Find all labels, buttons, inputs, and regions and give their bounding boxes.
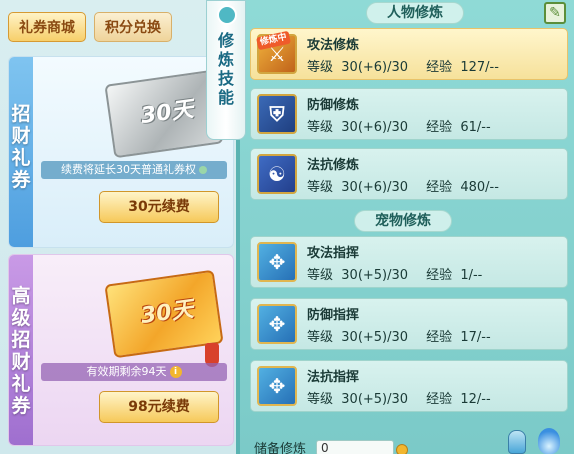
shield-icon: ⛨ [257, 94, 297, 134]
paw-defense-icon: ✥ [257, 304, 297, 344]
skill-row-pet-attack[interactable]: ✥ 攻法指挥 等级 30(+5)/30 经验 1/-- [250, 236, 568, 288]
card-side-strip: 招 财 礼 券 [9, 57, 33, 247]
skill-stats: 等级 30(+6)/30 经验 61/-- [307, 120, 491, 135]
coin-icon[interactable] [396, 444, 408, 454]
skill-exp: 480/-- [460, 180, 499, 195]
vertical-tab-label: 修 炼 技 能 [217, 31, 234, 107]
skill-name: 法抗修炼 [307, 158, 360, 173]
card-side-label: 招 财 礼 券 [11, 103, 31, 191]
section-person-cultivation: 人物修炼 [366, 2, 464, 24]
skill-exp: 17/-- [460, 330, 491, 345]
skill-name: 防御指挥 [307, 308, 360, 323]
paw-resist-icon: ✥ [257, 366, 297, 406]
skill-name: 攻法修炼 [307, 38, 360, 53]
shop-tabs: 礼券商城 积分兑换 [8, 12, 172, 42]
cultivation-panel: 人物修炼 ✎ ⚔ 修炼中 攻法修炼 等级 30(+6)/30 经验 127/-- … [236, 0, 574, 454]
tab-cultivation-skills[interactable]: 修 炼 技 能 [206, 0, 246, 140]
sword-icon: ⚔ 修炼中 [256, 30, 297, 74]
skill-row-attack-magic[interactable]: ⚔ 修炼中 攻法修炼 等级 30(+6)/30 经验 127/-- [250, 28, 568, 80]
skill-stats: 等级 30(+5)/30 经验 12/-- [307, 392, 491, 407]
skill-stats: 等级 30(+5)/30 经验 17/-- [307, 330, 491, 345]
skill-level: 30(+5)/30 [341, 392, 409, 407]
renew-98-button[interactable]: 98元续费 [99, 391, 219, 423]
skill-row-defense[interactable]: ⛨ 防御修炼 等级 30(+6)/30 经验 61/-- [250, 88, 568, 140]
skill-row-magic-resist[interactable]: ☯ 法抗修炼 等级 30(+6)/30 经验 480/-- [250, 148, 568, 200]
reserve-cultivation-label: 储备修炼 [254, 442, 307, 454]
paw-attack-icon: ✥ [257, 242, 297, 282]
skill-stats: 等级 30(+5)/30 经验 1/-- [307, 268, 483, 283]
flame-icon[interactable] [538, 428, 560, 454]
gift-shop-panel: 礼券商城 积分兑换 招 财 礼 券 30天 续费将延长30天普通礼券权 30元续… [0, 0, 236, 454]
premium-voucher-card: 高 级 招 财 礼 券 30天 有效期剩余94天 i 98元续费 [8, 254, 234, 446]
tab-gift-shop[interactable]: 礼券商城 [8, 12, 86, 42]
skill-level: 30(+6)/30 [341, 60, 409, 75]
skill-level: 30(+6)/30 [341, 180, 409, 195]
skill-exp: 61/-- [460, 120, 491, 135]
gift-voucher-card: 招 财 礼 券 30天 续费将延长30天普通礼券权 30元续费 [8, 56, 234, 248]
ticket-duration: 30天 [139, 97, 196, 130]
skill-stats: 等级 30(+6)/30 经验 127/-- [307, 60, 499, 75]
training-badge: 修炼中 [256, 30, 292, 51]
skill-level: 30(+5)/30 [341, 268, 409, 283]
card-side-label: 高 级 招 财 礼 券 [11, 285, 31, 417]
skill-name: 防御修炼 [307, 98, 360, 113]
reserve-cultivation-value: 0 [316, 440, 394, 454]
skill-level: 30(+6)/30 [341, 120, 409, 135]
skill-row-pet-resist[interactable]: ✥ 法抗指挥 等级 30(+5)/30 经验 12/-- [250, 360, 568, 412]
section-pet-cultivation: 宠物修炼 [354, 210, 452, 232]
card-info-text: 有效期剩余94天 i [41, 363, 227, 381]
skill-stats: 等级 30(+6)/30 经验 480/-- [307, 180, 499, 195]
skill-exp: 12/-- [460, 392, 491, 407]
skill-level: 30(+5)/30 [341, 330, 409, 345]
status-dot-icon [199, 166, 207, 174]
renew-30-button[interactable]: 30元续费 [99, 191, 219, 223]
edit-icon[interactable]: ✎ [544, 2, 566, 24]
potion-icon[interactable] [508, 430, 526, 454]
skill-name: 法抗指挥 [307, 370, 360, 385]
yinyang-icon: ☯ [257, 154, 297, 194]
card-side-strip: 高 级 招 财 礼 券 [9, 255, 33, 445]
card-info-text: 续费将延长30天普通礼券权 [41, 161, 227, 179]
tab-points-exchange[interactable]: 积分兑换 [94, 12, 172, 42]
skill-name: 攻法指挥 [307, 246, 360, 261]
skill-exp: 127/-- [460, 60, 499, 75]
ticket-duration: 30天 [139, 297, 196, 330]
skill-row-pet-defense[interactable]: ✥ 防御指挥 等级 30(+5)/30 经验 17/-- [250, 298, 568, 350]
tab-ornament-icon [217, 5, 237, 25]
info-icon[interactable]: i [169, 366, 182, 378]
skill-exp: 1/-- [460, 268, 483, 283]
